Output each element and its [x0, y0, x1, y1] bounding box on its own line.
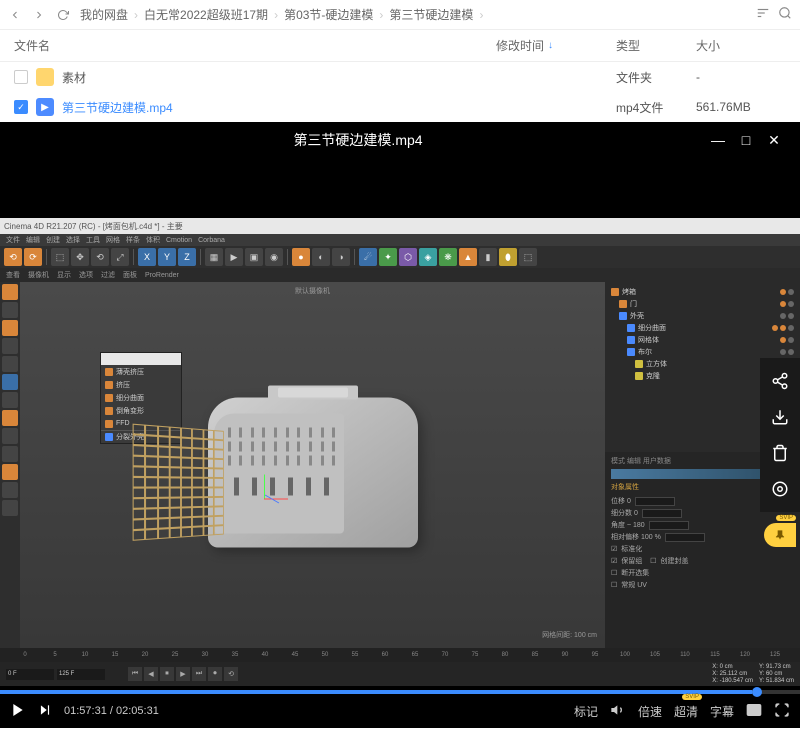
top-nav: 我的网盘› 白无常2022超级班17期› 第03节-硬边建模› 第三节硬边建模› [0, 0, 800, 30]
fullscreen-icon[interactable] [774, 702, 790, 721]
c4d-viewport: 默认摄像机 网格间距: 100 cm 薄壳挤压 挤压 细分曲面 倒角变形 FFD… [20, 282, 605, 648]
col-time[interactable]: 修改时间↓ [496, 37, 616, 54]
file-size: 561.76MB [696, 100, 786, 114]
maximize-button[interactable]: □ [732, 132, 760, 148]
speed-button[interactable]: 倍速 [638, 703, 662, 720]
c4d-left-toolbar [0, 282, 20, 648]
next-button[interactable] [38, 703, 52, 720]
c4d-status-bar: 0 F125 F ⏮◀⏹▶⏭⏺⟲ X: 0 cmY: 91.73 cm X: 2… [0, 662, 800, 686]
time-display: 01:57:31 / 02:05:31 [64, 705, 159, 717]
minimize-button[interactable]: — [704, 132, 732, 148]
download-icon[interactable] [769, 406, 791, 428]
crumb[interactable]: 第03节-硬边建模 [284, 6, 373, 23]
c4d-toolbar2: 查看摄像机显示选项过滤面板ProRender [0, 268, 800, 282]
video-icon: ▶ [36, 98, 54, 116]
settings-icon[interactable] [769, 478, 791, 500]
pin-button[interactable]: SVIP [764, 523, 796, 547]
video-area[interactable]: Cinema 4D R21.207 (RC) - [烤面包机.c4d *] - … [0, 158, 800, 690]
model-3d [208, 398, 418, 548]
volume-icon[interactable] [610, 702, 626, 721]
player-title: 第三节硬边建模.mp4 [12, 130, 704, 150]
file-row[interactable]: ✓ ▶ 第三节硬边建模.mp4 mp4文件 561.76MB [0, 92, 800, 122]
svip-badge: SVIP [776, 515, 796, 521]
crumb[interactable]: 白无常2022超级班17期 [144, 6, 268, 23]
share-icon[interactable] [769, 370, 791, 392]
quality-button[interactable]: SVIP 超清 [674, 703, 698, 720]
c4d-window: Cinema 4D R21.207 (RC) - [烤面包机.c4d *] - … [0, 218, 800, 648]
subtitle-button[interactable]: 字幕 [710, 703, 734, 720]
file-size: - [696, 70, 786, 84]
player-titlebar: 第三节硬边建模.mp4 — □ ✕ [0, 122, 800, 158]
player-controls: 01:57:31 / 02:05:31 标记 倍速 SVIP 超清 字幕 [0, 694, 800, 728]
c4d-toolbar: ⟲⟳ ⬚✥⟲⤢ XYZ ▦▶▣◉ ●◐◑ ☄✦⬡◈❋▲▮⬮⬚ [0, 246, 800, 268]
file-row[interactable]: 素材 文件夹 - [0, 62, 800, 92]
file-name: 素材 [62, 69, 86, 86]
progress-thumb[interactable] [752, 687, 762, 697]
progress-fill [0, 690, 752, 694]
breadcrumb[interactable]: 我的网盘› 白无常2022超级班17期› 第03节-硬边建模› 第三节硬边建模› [80, 6, 746, 23]
progress-bar[interactable] [0, 690, 800, 694]
mark-button[interactable]: 标记 [574, 703, 598, 720]
col-size[interactable]: 大小 [696, 37, 786, 54]
nav-back-icon[interactable] [8, 8, 22, 22]
crumb[interactable]: 我的网盘 [80, 6, 128, 23]
nav-refresh-icon[interactable] [56, 8, 70, 22]
close-button[interactable]: ✕ [760, 132, 788, 149]
search-icon[interactable] [778, 6, 792, 23]
pip-icon[interactable] [746, 702, 762, 721]
c4d-titlebar: Cinema 4D R21.207 (RC) - [烤面包机.c4d *] - … [0, 218, 800, 234]
file-name: 第三节硬边建模.mp4 [62, 99, 173, 116]
checkbox[interactable] [14, 70, 28, 84]
col-name[interactable]: 文件名 [14, 37, 496, 54]
play-button[interactable] [10, 702, 26, 721]
c4d-timeline: 0510152025303540455055606570758085909510… [0, 648, 800, 662]
nav-forward-icon[interactable] [32, 8, 46, 22]
sort-arrow-icon: ↓ [548, 40, 553, 51]
folder-icon [36, 68, 54, 86]
sort-icon[interactable] [756, 6, 770, 23]
delete-icon[interactable] [769, 442, 791, 464]
crumb[interactable]: 第三节硬边建模 [389, 6, 473, 23]
col-type[interactable]: 类型 [616, 37, 696, 54]
file-type: 文件夹 [616, 69, 696, 86]
checkbox[interactable]: ✓ [14, 100, 28, 114]
c4d-menubar: 文件编辑创建选择工具网格样条体积CmotionCorbana [0, 234, 800, 246]
file-list-header: 文件名 修改时间↓ 类型 大小 [0, 30, 800, 62]
file-type: mp4文件 [616, 99, 696, 116]
side-toolbar [760, 358, 800, 512]
